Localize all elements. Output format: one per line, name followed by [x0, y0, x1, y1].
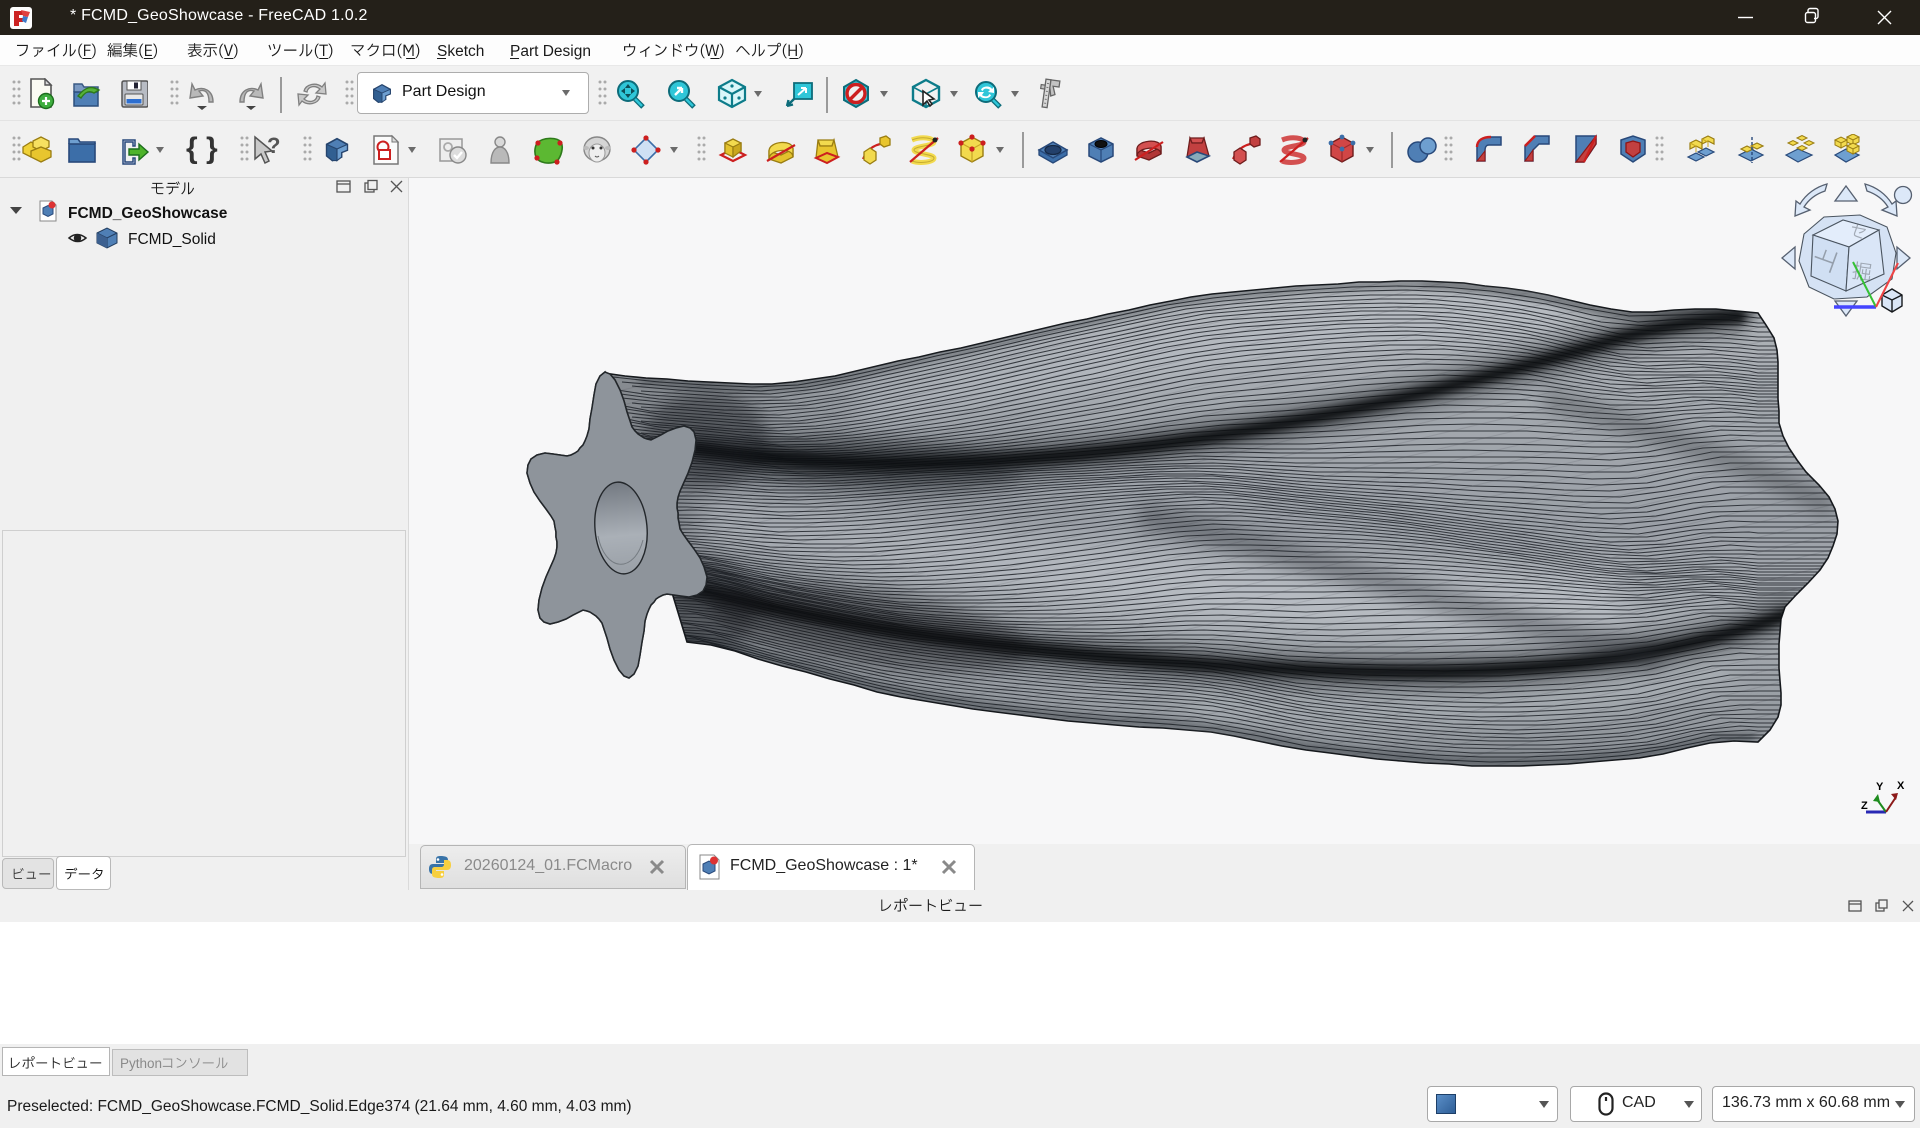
svg-text:X: X — [1897, 780, 1905, 792]
svg-text:Y: Y — [1876, 781, 1884, 793]
svg-text:Python: Python — [120, 1056, 162, 1071]
svg-text:Z: Z — [1861, 800, 1868, 812]
